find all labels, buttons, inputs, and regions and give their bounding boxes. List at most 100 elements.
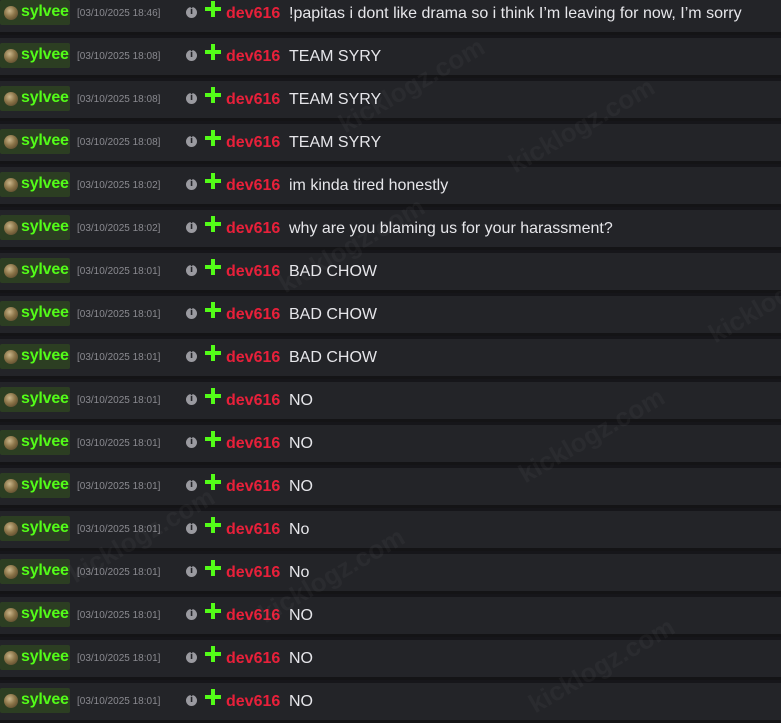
channel-name[interactable]: sylvee xyxy=(21,132,69,150)
channel-name[interactable]: sylvee xyxy=(21,562,69,580)
channel-name[interactable]: sylvee xyxy=(21,347,69,365)
info-icon[interactable]: i xyxy=(186,695,197,706)
avatar-icon xyxy=(4,651,18,665)
chat-row: sylvee [03/10/2025 18:08] i dev616 TEAM SYRY xyxy=(0,124,781,164)
channel-tag[interactable]: sylvee xyxy=(0,301,70,326)
channel-tag[interactable]: sylvee xyxy=(0,172,70,197)
username[interactable]: dev616 xyxy=(226,349,280,367)
avatar-icon xyxy=(4,264,18,278)
avatar-icon xyxy=(4,522,18,536)
channel-name[interactable]: sylvee xyxy=(21,605,69,623)
green-star-badge-icon xyxy=(205,345,221,361)
channel-name[interactable]: sylvee xyxy=(21,89,69,107)
green-star-badge-icon xyxy=(205,603,221,619)
username[interactable]: dev616 xyxy=(226,48,280,66)
info-icon[interactable]: i xyxy=(186,609,197,620)
username[interactable]: dev616 xyxy=(226,91,280,109)
info-icon[interactable]: i xyxy=(186,566,197,577)
avatar-icon xyxy=(4,350,18,364)
green-star-badge-icon xyxy=(205,259,221,275)
info-icon[interactable]: i xyxy=(186,179,197,190)
green-star-badge-icon xyxy=(205,431,221,447)
username[interactable]: dev616 xyxy=(226,392,280,410)
info-icon[interactable]: i xyxy=(186,437,197,448)
channel-tag[interactable]: sylvee xyxy=(0,430,70,455)
timestamp: [03/10/2025 18:08] xyxy=(77,137,161,148)
channel-name[interactable]: sylvee xyxy=(21,691,69,709)
channel-name[interactable]: sylvee xyxy=(21,218,69,236)
channel-name[interactable]: sylvee xyxy=(21,175,69,193)
channel-name[interactable]: sylvee xyxy=(21,3,69,21)
username[interactable]: dev616 xyxy=(226,607,280,625)
message-text: NO xyxy=(289,435,313,452)
username[interactable]: dev616 xyxy=(226,521,280,539)
username[interactable]: dev616 xyxy=(226,5,280,23)
username[interactable]: dev616 xyxy=(226,564,280,582)
username[interactable]: dev616 xyxy=(226,650,280,668)
timestamp: [03/10/2025 18:02] xyxy=(77,223,161,234)
message-text: TEAM SYRY xyxy=(289,48,382,65)
info-icon[interactable]: i xyxy=(186,222,197,233)
channel-name[interactable]: sylvee xyxy=(21,261,69,279)
channel-tag[interactable]: sylvee xyxy=(0,602,70,627)
info-icon[interactable]: i xyxy=(186,523,197,534)
green-star-badge-icon xyxy=(205,388,221,404)
info-icon[interactable]: i xyxy=(186,308,197,319)
username[interactable]: dev616 xyxy=(226,693,280,711)
info-icon[interactable]: i xyxy=(186,50,197,61)
channel-name[interactable]: sylvee xyxy=(21,519,69,537)
timestamp: [03/10/2025 18:01] xyxy=(77,309,161,320)
channel-tag[interactable]: sylvee xyxy=(0,645,70,670)
channel-tag[interactable]: sylvee xyxy=(0,344,70,369)
username[interactable]: dev616 xyxy=(226,478,280,496)
info-icon[interactable]: i xyxy=(186,265,197,276)
username[interactable]: dev616 xyxy=(226,134,280,152)
channel-tag[interactable]: sylvee xyxy=(0,473,70,498)
green-star-badge-icon xyxy=(205,173,221,189)
chat-row: sylvee [03/10/2025 18:08] i dev616 TEAM SYRY xyxy=(0,81,781,121)
timestamp: [03/10/2025 18:02] xyxy=(77,180,161,191)
channel-tag[interactable]: sylvee xyxy=(0,0,70,25)
username[interactable]: dev616 xyxy=(226,177,280,195)
timestamp: [03/10/2025 18:01] xyxy=(77,653,161,664)
username[interactable]: dev616 xyxy=(226,435,280,453)
info-icon[interactable]: i xyxy=(186,93,197,104)
channel-name[interactable]: sylvee xyxy=(21,46,69,64)
channel-name[interactable]: sylvee xyxy=(21,390,69,408)
info-icon[interactable]: i xyxy=(186,652,197,663)
chat-row: sylvee [03/10/2025 18:01] i dev616 NO xyxy=(0,597,781,637)
channel-tag[interactable]: sylvee xyxy=(0,129,70,154)
channel-tag[interactable]: sylvee xyxy=(0,387,70,412)
message-text: why are you blaming us for your harassme… xyxy=(289,220,613,237)
username[interactable]: dev616 xyxy=(226,306,280,324)
channel-tag[interactable]: sylvee xyxy=(0,516,70,541)
chat-row: sylvee [03/10/2025 18:01] i dev616 NO xyxy=(0,683,781,723)
avatar-icon xyxy=(4,135,18,149)
channel-name[interactable]: sylvee xyxy=(21,304,69,322)
timestamp: [03/10/2025 18:01] xyxy=(77,567,161,578)
username[interactable]: dev616 xyxy=(226,220,280,238)
channel-name[interactable]: sylvee xyxy=(21,648,69,666)
channel-name[interactable]: sylvee xyxy=(21,476,69,494)
channel-tag[interactable]: sylvee xyxy=(0,43,70,68)
timestamp: [03/10/2025 18:01] xyxy=(77,696,161,707)
timestamp: [03/10/2025 18:01] xyxy=(77,481,161,492)
avatar-icon xyxy=(4,694,18,708)
info-icon[interactable]: i xyxy=(186,136,197,147)
channel-tag[interactable]: sylvee xyxy=(0,215,70,240)
channel-tag[interactable]: sylvee xyxy=(0,559,70,584)
channel-tag[interactable]: sylvee xyxy=(0,258,70,283)
chat-row: sylvee [03/10/2025 18:01] i dev616 NO xyxy=(0,640,781,680)
chat-row: sylvee [03/10/2025 18:02] i dev616 im kinda … xyxy=(0,167,781,207)
username[interactable]: dev616 xyxy=(226,263,280,281)
channel-tag[interactable]: sylvee xyxy=(0,688,70,713)
channel-name[interactable]: sylvee xyxy=(21,433,69,451)
info-icon[interactable]: i xyxy=(186,480,197,491)
info-icon[interactable]: i xyxy=(186,394,197,405)
info-icon[interactable]: i xyxy=(186,351,197,362)
info-icon[interactable]: i xyxy=(186,7,197,18)
green-star-badge-icon xyxy=(205,44,221,60)
timestamp: [03/10/2025 18:08] xyxy=(77,94,161,105)
channel-tag[interactable]: sylvee xyxy=(0,86,70,111)
chat-row: sylvee [03/10/2025 18:01] i dev616 NO xyxy=(0,382,781,422)
